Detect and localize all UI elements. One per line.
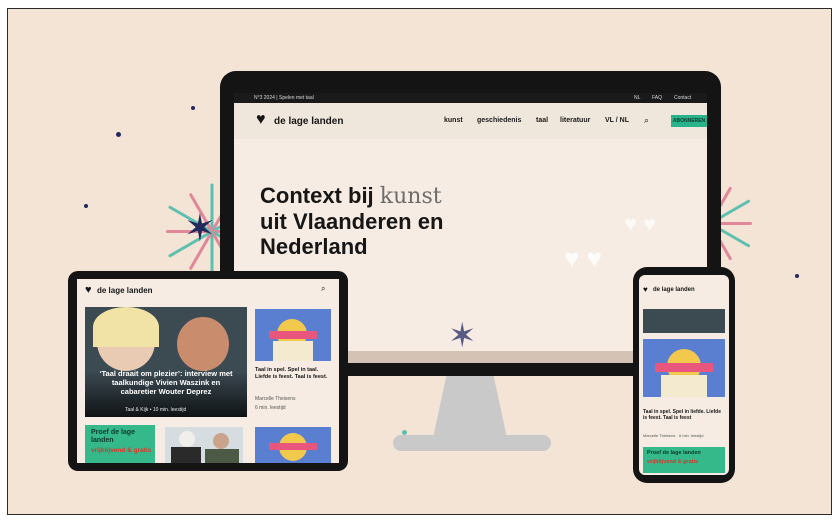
feature-caption[interactable]: ‘Taal draait om plezier’: interview met …	[95, 369, 237, 396]
logo-icon[interactable]: ♥	[643, 285, 648, 294]
nav-geschiedenis[interactable]: geschiedenis	[477, 117, 521, 124]
desktop-nav: ♥ de lage landen kunst geschiedenis taal…	[234, 103, 707, 139]
phone-promo-subtitle[interactable]: vrijblijvend & gratis	[647, 459, 723, 465]
logo-icon[interactable]: ♥	[85, 284, 92, 296]
feature-meta: Taal & Kijk • 10 min. leestijd	[125, 407, 187, 413]
phone-card-meta: 6 min. leestijd	[679, 433, 704, 438]
nav-literatuur[interactable]: literatuur	[560, 117, 590, 124]
tablet-device: ♥ de lage landen ⌕ ‘Taal draait om plezi…	[68, 271, 348, 471]
tablet-brand[interactable]: de lage landen	[97, 286, 153, 295]
article-card-author: Marcelle Theisens	[255, 396, 296, 402]
brand-logo[interactable]: de lage landen	[274, 116, 343, 127]
phone-feature-image[interactable]	[643, 309, 725, 333]
phone-brand[interactable]: de lage landen	[653, 287, 695, 293]
phone-card-image[interactable]	[643, 339, 725, 397]
subscribe-button[interactable]: ABONNEREN	[671, 115, 707, 127]
phone-device: ♥ de lage landen Taal in spel. Spel in l…	[633, 267, 735, 483]
search-icon[interactable]: ⌕	[644, 115, 649, 126]
article-card-title[interactable]: Taal in spel. Spel in taal. Liefde is fe…	[255, 367, 331, 380]
phone-card-author: Marcelle Theisens	[643, 433, 676, 438]
nav-region[interactable]: VL / NL	[605, 117, 629, 124]
nav-taal[interactable]: taal	[536, 117, 548, 124]
phone-screen: ♥ de lage landen Taal in spel. Spel in l…	[639, 275, 729, 475]
promo-title[interactable]: Proef de lage landen	[91, 429, 151, 445]
heart-decoration-icon: ♥ ♥	[564, 243, 603, 273]
promo-subtitle[interactable]: vrijblijvend & gratis	[91, 447, 153, 455]
hero-heading: Context bij kunst uit Vlaanderen en Nede…	[260, 183, 444, 259]
search-icon[interactable]: ⌕	[321, 284, 325, 294]
topbar-issue: N°3 2024 | Spelen met taal	[254, 95, 314, 101]
phone-promo-title[interactable]: Proef de lage landen	[647, 450, 723, 456]
nav-kunst[interactable]: kunst	[444, 117, 463, 124]
topbar-lang[interactable]: NL	[634, 93, 640, 103]
illustration-frame: ✶ ✶ N°3 2024 | Spelen met taal NL FAQ	[7, 8, 832, 515]
monitor-stand	[433, 376, 507, 438]
heart-decoration-icon: ♥ ♥	[624, 211, 657, 236]
monitor-base	[393, 435, 551, 451]
phone-card-title[interactable]: Taal in spel. Spel in liefde. Liefde is …	[643, 409, 725, 421]
article-card-image[interactable]	[255, 309, 331, 361]
article-card-meta: 6 min. leestijd	[255, 405, 286, 411]
feature-article[interactable]: ‘Taal draait om plezier’: interview met …	[85, 307, 247, 417]
sparkle-icon: ✶	[448, 317, 477, 355]
logo-icon[interactable]: ♥	[256, 111, 266, 129]
topbar-contact[interactable]: Contact	[674, 93, 691, 103]
tablet-screen: ♥ de lage landen ⌕ ‘Taal draait om plezi…	[77, 279, 339, 463]
desktop-topbar: N°3 2024 | Spelen met taal NL FAQ Contac…	[234, 93, 707, 103]
topbar-faq[interactable]: FAQ	[652, 93, 662, 103]
article-card-image-2[interactable]	[255, 427, 331, 463]
people-photo[interactable]	[165, 427, 243, 463]
